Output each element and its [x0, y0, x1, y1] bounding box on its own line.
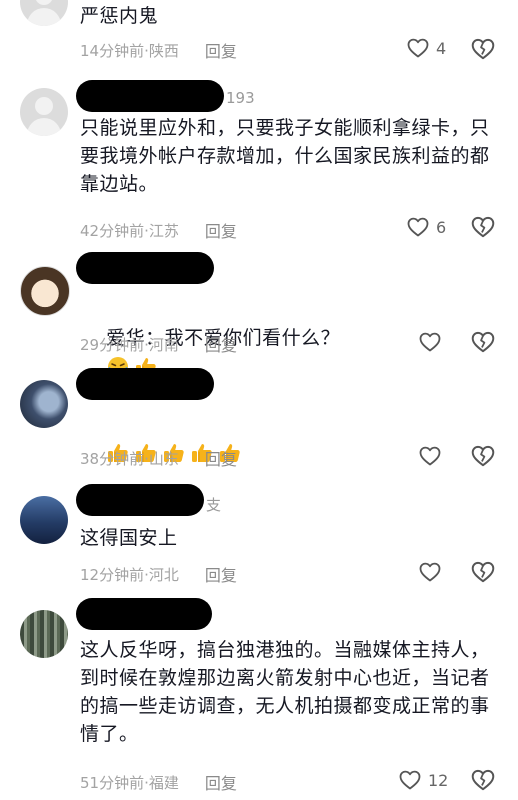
avatar[interactable] [20, 380, 68, 428]
reply-button[interactable]: 回复 [205, 770, 237, 794]
redacted-username [76, 252, 214, 284]
comment-text: 这得国安上 [80, 527, 178, 549]
like-button[interactable] [418, 560, 442, 584]
comment-meta: 51分钟前·福建 回复 [80, 770, 237, 794]
broken-heart-icon [470, 767, 496, 793]
comment-time-location: 42分钟前·江苏 [80, 221, 179, 240]
comment-item: 爱华：我不爱你们看什么？ 29分钟前·河南 回复 [0, 252, 518, 364]
redacted-username [76, 368, 214, 400]
reply-button[interactable]: 回复 [205, 38, 237, 62]
broken-heart-icon [470, 559, 496, 585]
avatar[interactable] [20, 88, 68, 136]
comment-text: 这人反华呀，搞台独港独的。当融媒体主持人，到时候在敦煌那边离火箭发射中心也近，当… [80, 639, 490, 745]
comment-time-location: 51分钟前·福建 [80, 773, 179, 792]
broken-heart-icon [470, 329, 496, 355]
heart-icon [406, 215, 430, 239]
comment-item: 支 这得国安上 12分钟前·河北 回复 [0, 484, 518, 596]
avatar[interactable] [20, 0, 68, 26]
like-button[interactable] [418, 330, 442, 354]
like-button[interactable]: 6 [406, 215, 446, 239]
heart-icon [418, 330, 442, 354]
comment-meta: 38分钟前·山东 回复 [80, 446, 237, 470]
dislike-button[interactable] [470, 329, 496, 359]
like-button[interactable] [418, 444, 442, 468]
dislike-button[interactable] [470, 214, 496, 244]
avatar[interactable] [20, 610, 68, 658]
comment-meta: 42分钟前·江苏 回复 [80, 218, 237, 242]
comment-meta: 14分钟前·陕西 回复 [80, 38, 237, 62]
heart-icon [398, 768, 422, 792]
comment-item: 193 只能说里应外和，只要我子女能顺利拿绿卡，只要我境外帐户存款增加，什么国家… [0, 80, 518, 250]
like-count: 6 [436, 217, 447, 237]
comment-time-location: 29分钟前·河南 [80, 335, 179, 354]
dislike-button[interactable] [470, 767, 496, 797]
reply-button[interactable]: 回复 [205, 218, 237, 242]
comment-meta: 29分钟前·河南 回复 [80, 332, 237, 356]
like-count: 12 [428, 770, 449, 790]
comment-item: 38分钟前·山东 回复 [0, 368, 518, 480]
username-tail: 193 [226, 89, 255, 107]
reply-button[interactable]: 回复 [205, 562, 237, 586]
like-button[interactable]: 12 [398, 768, 448, 792]
redacted-username [76, 598, 212, 630]
heart-icon [418, 560, 442, 584]
broken-heart-icon [470, 214, 496, 240]
broken-heart-icon [470, 443, 496, 469]
username-tail: 支 [206, 496, 222, 514]
broken-heart-icon [470, 36, 496, 62]
avatar[interactable] [20, 266, 70, 316]
dislike-button[interactable] [470, 559, 496, 589]
reply-button[interactable]: 回复 [205, 446, 237, 470]
comment-text: 只能说里应外和，只要我子女能顺利拿绿卡，只要我境外帐户存款增加，什么国家民族利益… [80, 117, 490, 195]
comment-item: 严惩内鬼 14分钟前·陕西 回复 4 [0, 0, 518, 72]
comment-item: 这人反华呀，搞台独港独的。当融媒体主持人，到时候在敦煌那边离火箭发射中心也近，当… [0, 598, 518, 800]
like-button[interactable]: 4 [406, 36, 446, 60]
reply-button[interactable]: 回复 [205, 332, 237, 356]
comment-meta: 12分钟前·河北 回复 [80, 562, 237, 586]
comment-time-location: 14分钟前·陕西 [80, 41, 179, 60]
heart-icon [418, 444, 442, 468]
redacted-username [76, 484, 204, 516]
heart-icon [406, 36, 430, 60]
like-count: 4 [436, 38, 447, 58]
redacted-username [76, 80, 224, 112]
avatar[interactable] [20, 496, 68, 544]
comment-text: 严惩内鬼 [80, 5, 159, 27]
dislike-button[interactable] [470, 443, 496, 473]
comment-time-location: 12分钟前·河北 [80, 565, 179, 584]
comment-time-location: 38分钟前·山东 [80, 449, 179, 468]
dislike-button[interactable] [470, 36, 496, 66]
